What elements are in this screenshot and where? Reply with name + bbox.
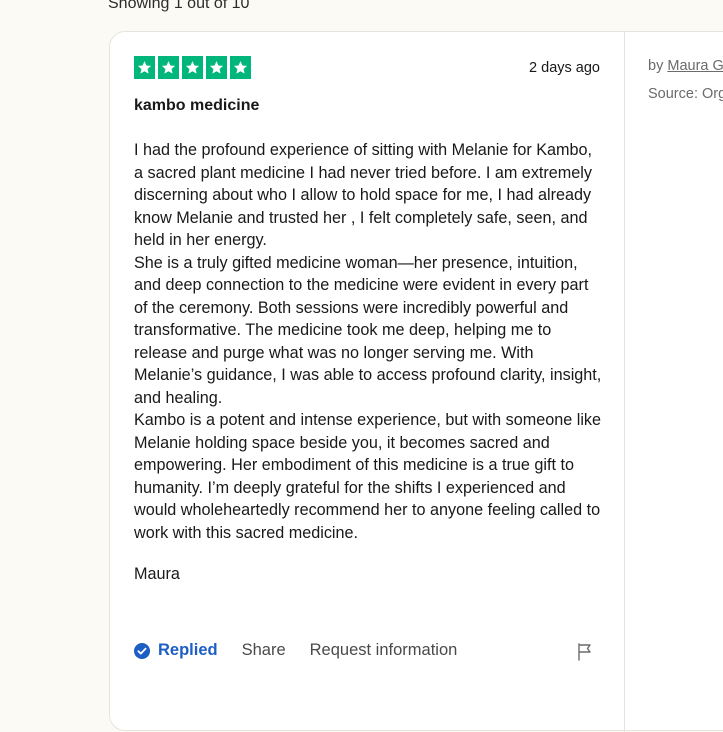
review-signature: Maura <box>134 565 180 583</box>
results-count: Showing 1 out of 10 <box>108 0 250 12</box>
star-icon <box>158 56 179 79</box>
card-divider <box>624 32 625 732</box>
review-title: kambo medicine <box>134 97 260 114</box>
review-date: 2 days ago <box>529 60 600 76</box>
review-paragraph: I had the profound experience of sitting… <box>134 141 593 249</box>
star-icon <box>134 56 155 79</box>
by-prefix: by <box>648 58 664 74</box>
request-information-button[interactable]: Request information <box>310 641 458 660</box>
star-icon <box>230 56 251 79</box>
review-actions: Replied Share Request information <box>134 641 457 660</box>
star-rating <box>134 56 251 79</box>
review-source: Source: Org <box>648 86 723 102</box>
star-icon <box>206 56 227 79</box>
replied-label: Replied <box>158 641 218 659</box>
replied-button[interactable]: Replied <box>134 641 218 660</box>
review-author-line: by Maura G <box>648 58 723 74</box>
flag-icon[interactable] <box>577 643 593 666</box>
review-paragraph: Kambo is a potent and intense experience… <box>134 411 602 542</box>
review-paragraph: She is a truly gifted medicine woman—her… <box>134 253 602 407</box>
star-icon <box>182 56 203 79</box>
share-button[interactable]: Share <box>242 641 286 660</box>
check-circle-icon <box>134 642 150 659</box>
author-link[interactable]: Maura G <box>667 58 723 74</box>
review-body: I had the profound experience of sitting… <box>134 139 604 544</box>
